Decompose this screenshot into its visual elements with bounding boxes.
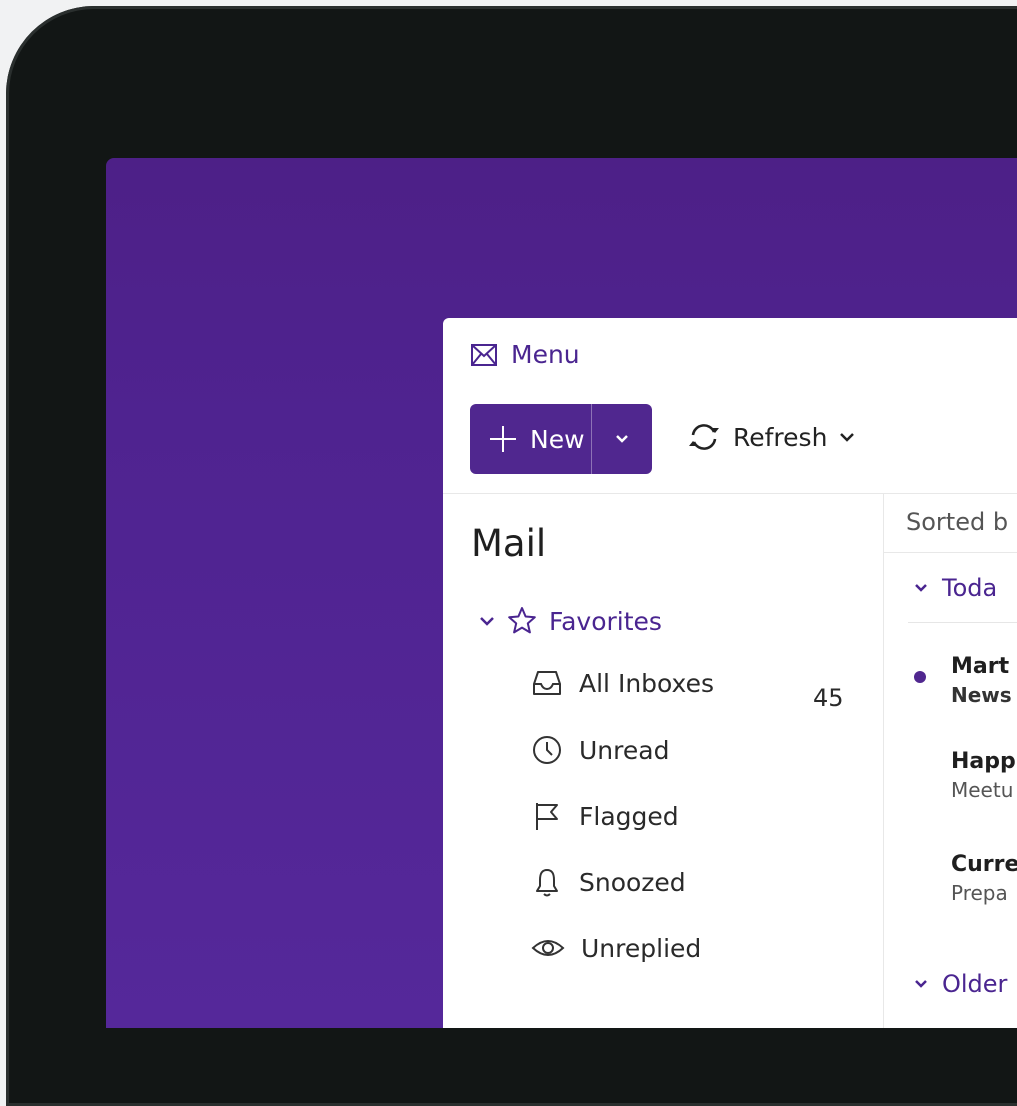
- refresh-label: Refresh: [733, 422, 828, 452]
- page-title: Mail: [471, 522, 547, 565]
- group-header-today[interactable]: Toda: [914, 574, 997, 602]
- star-icon: [507, 606, 537, 636]
- sidebar-item-all-inboxes[interactable]: All Inboxes: [531, 668, 714, 698]
- sidebar-item-snoozed[interactable]: Snoozed: [531, 866, 686, 898]
- sort-bar[interactable]: Sorted b: [884, 494, 1017, 553]
- list-item[interactable]: Curre Prepa: [951, 852, 1017, 905]
- sidebar-item-label: All Inboxes: [579, 668, 714, 698]
- plus-icon: [488, 424, 518, 454]
- mail-app-window: Menu New Refresh Mail Favorites All Inbo…: [443, 318, 1017, 1028]
- message-sender: Happ: [951, 749, 1016, 774]
- clock-icon: [531, 734, 563, 766]
- divider: [908, 622, 1017, 623]
- favorites-header[interactable]: Favorites: [479, 606, 662, 636]
- sidebar-item-label: Snoozed: [579, 867, 686, 897]
- chevron-down-icon: [839, 432, 855, 442]
- unread-indicator: [914, 671, 926, 683]
- message-subject: News: [951, 683, 1012, 707]
- sidebar-item-flagged[interactable]: Flagged: [531, 800, 679, 832]
- new-dropdown-button[interactable]: [592, 404, 652, 474]
- message-subject: Meetu: [951, 778, 1014, 802]
- message-sender: Curre: [951, 852, 1017, 877]
- chevron-down-icon: [615, 434, 629, 444]
- chevron-down-icon: [479, 616, 495, 626]
- folder-pane: Mail Favorites All Inboxes 45 Unread Fla…: [443, 494, 884, 1028]
- message-list: Sorted b Toda Mart News Happ Meetu Curre…: [884, 494, 1017, 1028]
- inbox-icon: [531, 668, 563, 698]
- eye-icon: [531, 932, 565, 964]
- sidebar-item-label: Unreplied: [581, 933, 702, 963]
- menu-label: Menu: [511, 340, 580, 369]
- sidebar-item-unreplied[interactable]: Unreplied: [531, 932, 701, 964]
- message-sender: Mart: [951, 654, 1010, 679]
- new-label: New: [530, 424, 585, 454]
- chevron-down-icon: [914, 979, 928, 989]
- unread-count: 45: [813, 684, 844, 712]
- refresh-button[interactable]: Refresh: [687, 422, 855, 452]
- sidebar-item-label: Unread: [579, 735, 670, 765]
- message-subject: Prepa: [951, 881, 1008, 905]
- sort-label: Sorted b: [906, 508, 1009, 536]
- sidebar-item-unread[interactable]: Unread: [531, 734, 669, 766]
- list-item[interactable]: Happ Meetu: [951, 749, 1016, 802]
- group-label: Older: [942, 970, 1008, 998]
- sidebar-item-label: Flagged: [579, 801, 679, 831]
- menu-button[interactable]: Menu: [471, 340, 580, 369]
- favorites-label: Favorites: [549, 606, 662, 636]
- new-button-group: New: [470, 404, 652, 474]
- toolbar: Menu New Refresh: [443, 318, 1017, 494]
- new-button[interactable]: New: [470, 404, 592, 474]
- group-label: Toda: [942, 574, 998, 602]
- bell-icon: [531, 866, 563, 898]
- flag-icon: [531, 800, 563, 832]
- device-bezel: Menu New Refresh Mail Favorites All Inbo…: [6, 6, 1017, 1106]
- screen: Menu New Refresh Mail Favorites All Inbo…: [106, 158, 1017, 1028]
- list-item[interactable]: Mart News: [951, 654, 1012, 707]
- refresh-icon: [687, 422, 721, 452]
- group-header-older[interactable]: Older: [914, 970, 1007, 998]
- chevron-down-icon: [914, 583, 928, 593]
- mail-icon: [471, 343, 497, 366]
